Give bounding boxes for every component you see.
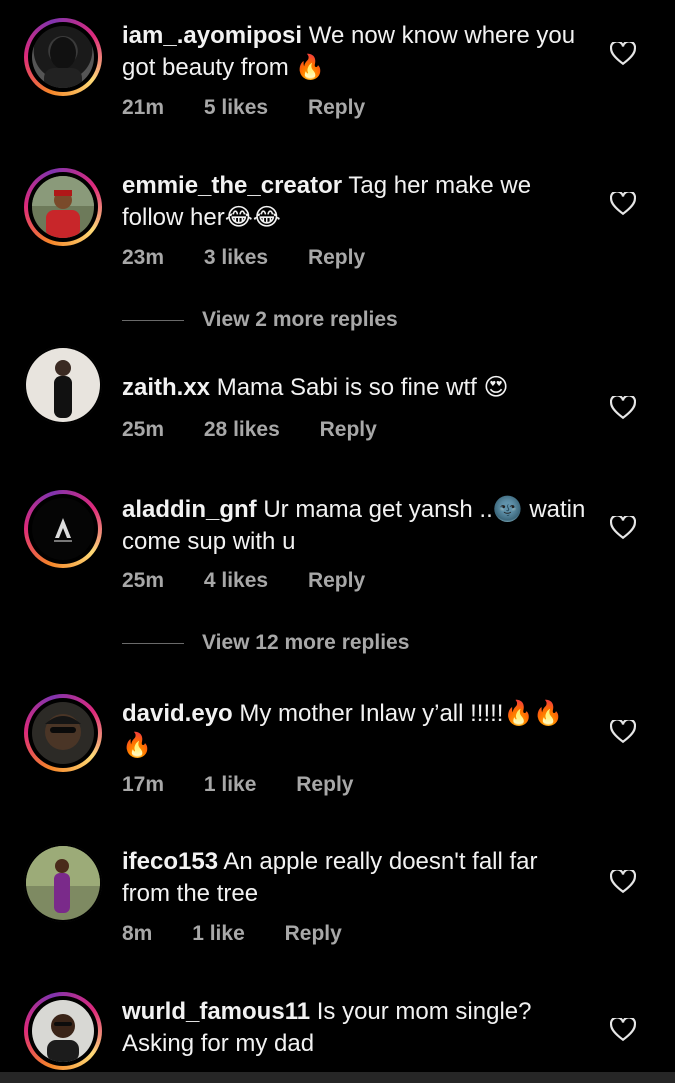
comment-time: 21m — [122, 96, 165, 119]
view-more-label[interactable]: View 12 more replies — [202, 631, 409, 654]
comment-time: 23m — [122, 246, 165, 269]
comment-likes[interactable]: 1 like — [204, 773, 257, 796]
reply-button[interactable]: Reply — [285, 922, 342, 945]
comment-username[interactable]: david.eyo — [122, 700, 233, 727]
comment-text: iam_.ayomiposi We now know where you got… — [122, 20, 592, 84]
comment-text: ifeco153 An apple really doesn't fall fa… — [122, 846, 592, 910]
bottom-bar — [0, 1072, 675, 1083]
comment-text: zaith.xx Mama Sabi is so fine wtf 😍 — [122, 372, 592, 404]
comment-time: 17m — [122, 773, 165, 796]
comment-time: 8m — [122, 922, 153, 945]
heart-outline-icon[interactable] — [610, 516, 636, 540]
divider-line — [122, 642, 184, 644]
comment-text: wurld_famous11 Is your mom single? Askin… — [122, 996, 592, 1060]
comment-meta: 8m 1 like Reply — [122, 922, 376, 946]
comment-time: 25m — [122, 418, 165, 441]
avatar[interactable] — [24, 992, 102, 1070]
avatar[interactable] — [24, 694, 102, 772]
comment-likes[interactable]: 28 likes — [204, 418, 280, 441]
comment-username[interactable]: zaith.xx — [122, 374, 210, 401]
reply-button[interactable]: Reply — [308, 96, 365, 119]
comment-likes[interactable]: 1 like — [192, 922, 245, 945]
avatar[interactable] — [24, 168, 102, 246]
comment-time: 25m — [122, 569, 165, 592]
comment-username[interactable]: wurld_famous11 — [122, 998, 310, 1025]
comment-meta: 17m 1 like Reply — [122, 773, 387, 797]
view-more-replies[interactable]: View 12 more replies — [122, 631, 409, 661]
comment-text: aladdin_gnf Ur mama get yansh ..🌚 watin … — [122, 494, 592, 558]
reply-button[interactable]: Reply — [308, 569, 365, 592]
comment-text: david.eyo My mother Inlaw y’all !!!!!🔥🔥🔥 — [122, 698, 592, 762]
avatar[interactable] — [24, 844, 102, 922]
view-more-label[interactable]: View 2 more replies — [202, 308, 398, 331]
heart-outline-icon[interactable] — [610, 1018, 636, 1042]
comment-body: Mama Sabi is so fine wtf 😍 — [216, 374, 509, 401]
comment-username[interactable]: iam_.ayomiposi — [122, 22, 302, 49]
comment-meta: 21m 5 likes Reply — [122, 96, 399, 120]
view-more-replies[interactable]: View 2 more replies — [122, 308, 398, 338]
comment-meta: 25m 28 likes Reply — [122, 418, 411, 442]
heart-outline-icon[interactable] — [610, 396, 636, 420]
reply-button[interactable]: Reply — [296, 773, 353, 796]
comment-meta: 25m 4 likes Reply — [122, 569, 399, 593]
reply-button[interactable]: Reply — [320, 418, 377, 441]
comment-likes[interactable]: 3 likes — [204, 246, 268, 269]
comment-username[interactable]: emmie_the_creator — [122, 172, 342, 199]
comment-text: emmie_the_creator Tag her make we follow… — [122, 170, 592, 234]
divider-line — [122, 319, 184, 321]
comment-likes[interactable]: 4 likes — [204, 569, 268, 592]
heart-outline-icon[interactable] — [610, 42, 636, 66]
reply-button[interactable]: Reply — [308, 246, 365, 269]
heart-outline-icon[interactable] — [610, 720, 636, 744]
comment-meta: 23m 3 likes Reply — [122, 246, 399, 270]
comment-username[interactable]: ifeco153 — [122, 848, 218, 875]
heart-outline-icon[interactable] — [610, 870, 636, 894]
heart-outline-icon[interactable] — [610, 192, 636, 216]
avatar[interactable] — [24, 346, 102, 424]
avatar[interactable] — [24, 490, 102, 568]
comment-username[interactable]: aladdin_gnf — [122, 496, 257, 523]
comment-likes[interactable]: 5 likes — [204, 96, 268, 119]
avatar[interactable] — [24, 18, 102, 96]
